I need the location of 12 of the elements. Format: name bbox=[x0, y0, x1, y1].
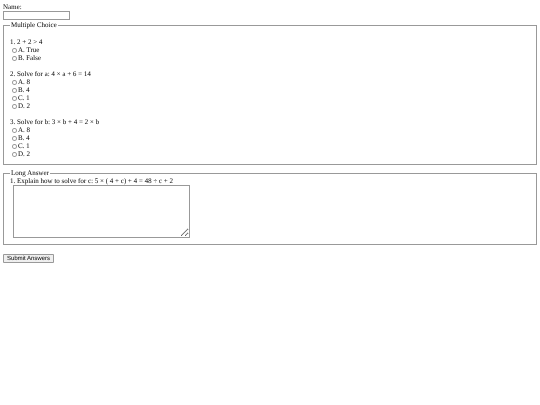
answer-box[interactable] bbox=[13, 185, 190, 238]
radio-button[interactable] bbox=[12, 56, 17, 60]
radio-button[interactable] bbox=[12, 88, 17, 92]
name-input-field[interactable] bbox=[3, 11, 70, 20]
radio-button[interactable] bbox=[12, 48, 17, 52]
radio-button[interactable] bbox=[12, 144, 17, 148]
radio-button[interactable] bbox=[12, 152, 17, 156]
radio-button[interactable] bbox=[12, 104, 17, 108]
radio-button[interactable] bbox=[12, 136, 17, 140]
radio-button[interactable] bbox=[12, 128, 17, 132]
radio-button[interactable] bbox=[12, 96, 17, 100]
radio-button[interactable] bbox=[12, 80, 17, 84]
